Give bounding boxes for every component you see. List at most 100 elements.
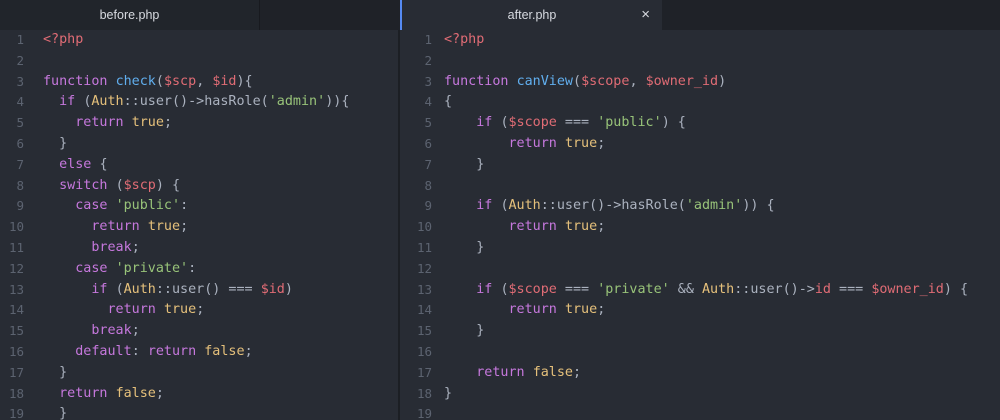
code-line[interactable]: 7 }	[400, 155, 1000, 176]
code-line[interactable]: 10 return true;	[0, 217, 398, 238]
code-text: return true;	[444, 134, 606, 155]
code-line[interactable]: 18}	[400, 384, 1000, 405]
code-token: return	[91, 219, 148, 235]
code-line[interactable]: 4 if (Auth::user()->hasRole('admin')){	[0, 92, 398, 113]
tab-bar: before.php after.php ×	[0, 0, 1000, 30]
code-text: <?php	[43, 30, 83, 51]
code-line[interactable]: 5 if ($scope === 'public') {	[400, 113, 1000, 134]
code-line[interactable]: 13 if (Auth::user() === $id)	[0, 280, 398, 301]
code-line[interactable]: 8	[400, 176, 1000, 197]
code-line[interactable]: 13 if ($scope === 'private' && Auth::use…	[400, 280, 1000, 301]
code-token: 'public'	[115, 198, 181, 214]
code-line[interactable]: 19 }	[0, 404, 398, 420]
editor-pane-before[interactable]: 1 <?php 2 3 function check($scp, $id){4 if (…	[0, 30, 398, 420]
code-line[interactable]: 2	[400, 51, 1000, 72]
editor-pane-after[interactable]: 1 <?php 2 3 function canView($scope, $owner_…	[400, 30, 1000, 420]
code-token: $owner_id	[871, 281, 944, 297]
code-line[interactable]: 19	[400, 404, 1000, 420]
tab-before-php[interactable]: before.php	[0, 0, 260, 30]
line-number: 10	[8, 219, 24, 235]
code-line[interactable]: 14 return true;	[400, 300, 1000, 321]
line-number: 2	[16, 52, 24, 68]
code-token: ))	[325, 94, 342, 110]
code-line[interactable]: 15 }	[400, 321, 1000, 342]
code-token: return	[147, 344, 205, 359]
line-number: 17	[416, 364, 432, 380]
code-line[interactable]: 3 function canView($scope, $owner_id)	[400, 72, 1000, 93]
code-line[interactable]: 14 return true;	[0, 300, 398, 321]
code-line[interactable]: 5 return true;	[0, 113, 398, 134]
code-text: break;	[43, 238, 139, 259]
code-token: ===	[556, 281, 598, 297]
code-token: break	[91, 240, 132, 255]
line-number: 14	[416, 302, 432, 318]
code-token: return	[476, 364, 533, 380]
code-line[interactable]: 7 else {	[0, 155, 398, 176]
code-text: case 'private':	[43, 259, 196, 280]
close-icon[interactable]: ×	[641, 0, 650, 30]
code-token: $scp	[163, 73, 197, 89]
code-token: 'public'	[597, 115, 662, 131]
code-line[interactable]: 1 <?php	[0, 30, 398, 51]
code-line[interactable]: 12	[400, 259, 1000, 280]
code-token: ::user()->hasRole(	[540, 198, 686, 214]
code-line[interactable]: 3 function check($scp, $id){	[0, 72, 398, 93]
code-text: if ($scope === 'private' && Auth::user()…	[444, 280, 968, 301]
code-text: }	[444, 321, 484, 342]
code-text: }	[43, 404, 67, 420]
line-number: 13	[8, 281, 24, 297]
code-line[interactable]: 2	[0, 51, 398, 72]
code-line[interactable]: 8 switch ($scp) {	[0, 176, 398, 197]
code-line[interactable]: 17 }	[0, 363, 398, 384]
code-text: if (Auth::user()->hasRole('admin')) {	[444, 196, 774, 217]
code-token: if	[59, 94, 84, 110]
line-number: 5	[16, 115, 24, 131]
code-line[interactable]: 6 return true;	[400, 134, 1000, 155]
code-line[interactable]: 18 return false;	[0, 384, 398, 405]
code-token: ){	[236, 73, 253, 89]
line-number: 5	[424, 115, 432, 131]
code-text: }	[43, 363, 67, 384]
code-line[interactable]: 6 }	[0, 134, 398, 155]
code-text: else {	[43, 155, 107, 176]
code-token: (	[500, 281, 509, 297]
code-token: check	[115, 73, 156, 89]
code-token: }	[43, 406, 68, 420]
code-token: $scope	[508, 281, 557, 297]
code-token: ===	[831, 281, 872, 297]
code-text: }	[444, 384, 452, 405]
code-line[interactable]: 1 <?php	[400, 30, 1000, 51]
code-line[interactable]: 10 return true;	[400, 217, 1000, 238]
code-text: return true;	[444, 300, 606, 321]
code-line[interactable]: 11 }	[400, 238, 1000, 259]
code-line[interactable]: 9 case 'public':	[0, 196, 398, 217]
code-line[interactable]: 15 break;	[0, 321, 398, 342]
code-token: <?php	[43, 32, 84, 47]
code-line[interactable]: 17 return false;	[400, 363, 1000, 384]
tab-after-php[interactable]: after.php ×	[400, 0, 662, 30]
code-token: ;	[155, 385, 164, 401]
code-line[interactable]: 16	[400, 342, 1000, 363]
code-token: &&	[669, 281, 702, 297]
line-number: 19	[8, 406, 24, 420]
code-token: ;	[180, 219, 189, 235]
code-text: }	[444, 155, 484, 176]
code-line[interactable]: 12 case 'private':	[0, 259, 398, 280]
code-text: return false;	[43, 384, 164, 405]
code-line[interactable]: 11 break;	[0, 238, 398, 259]
line-number: 13	[416, 281, 432, 297]
code-token: ;	[597, 219, 606, 235]
code-line[interactable]: 4{	[400, 92, 1000, 113]
code-token: true	[131, 115, 164, 131]
code-token: return	[107, 302, 164, 318]
line-number: 6	[424, 136, 432, 151]
line-number: 8	[16, 177, 24, 193]
code-line[interactable]: 16 default: return false;	[0, 342, 398, 363]
code-text: case 'public':	[43, 196, 188, 217]
code-token: (	[115, 281, 124, 297]
code-line[interactable]: 9 if (Auth::user()->hasRole('admin')) {	[400, 196, 1000, 217]
code-token: $scope	[508, 115, 557, 131]
